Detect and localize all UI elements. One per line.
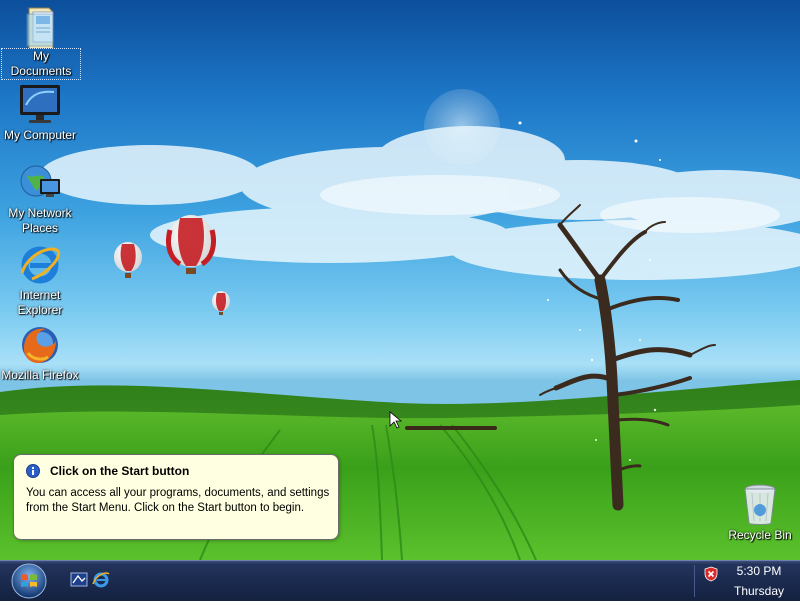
balloon-title: Click on the Start button bbox=[50, 464, 190, 478]
desktop-icon-my-documents[interactable]: My Documents bbox=[1, 4, 81, 80]
tray-separator bbox=[694, 565, 695, 597]
desktop[interactable]: My Documents My Computer My Network Plac… bbox=[0, 0, 800, 560]
desktop-icon-label: Internet Explorer bbox=[17, 288, 63, 317]
network-globe-icon bbox=[18, 161, 62, 205]
info-icon bbox=[26, 464, 40, 478]
desktop-icon-my-computer[interactable]: My Computer bbox=[1, 83, 79, 143]
desktop-icon-my-network-places[interactable]: My Network Places bbox=[1, 161, 79, 236]
desktop-icon-label: My Computer bbox=[3, 128, 77, 142]
internet-explorer-icon[interactable] bbox=[92, 571, 110, 589]
taskbar: 5:30 PM Thursday bbox=[0, 560, 800, 601]
firefox-icon bbox=[18, 323, 62, 367]
desktop-icon-label: Mozilla Firefox bbox=[1, 368, 79, 382]
windows-start-orb-icon bbox=[11, 563, 47, 599]
desktop-icon-label: My Documents bbox=[1, 48, 81, 80]
desktop-icon-mozilla-firefox[interactable]: Mozilla Firefox bbox=[1, 323, 79, 383]
desktop-icon-recycle-bin[interactable]: Recycle Bin bbox=[720, 483, 800, 543]
start-button-balloon-tip[interactable]: Click on the Start button You can access… bbox=[13, 454, 339, 540]
start-button[interactable] bbox=[10, 562, 48, 600]
internet-explorer-icon bbox=[18, 243, 62, 287]
desktop-icon-label: Recycle Bin bbox=[728, 528, 792, 542]
folder-documents-icon bbox=[19, 4, 63, 51]
recycle-bin-icon bbox=[738, 483, 782, 527]
desktop-icon-label: My Network Places bbox=[8, 206, 72, 235]
monitor-icon bbox=[18, 83, 62, 127]
balloon-text: You can access all your programs, docume… bbox=[26, 487, 330, 514]
show-desktop-icon[interactable] bbox=[70, 571, 88, 589]
clock-day[interactable]: Thursday bbox=[726, 584, 792, 598]
clock-time[interactable]: 5:30 PM bbox=[726, 564, 792, 578]
security-shield-icon[interactable] bbox=[703, 566, 719, 582]
desktop-icon-internet-explorer[interactable]: Internet Explorer bbox=[1, 243, 79, 318]
